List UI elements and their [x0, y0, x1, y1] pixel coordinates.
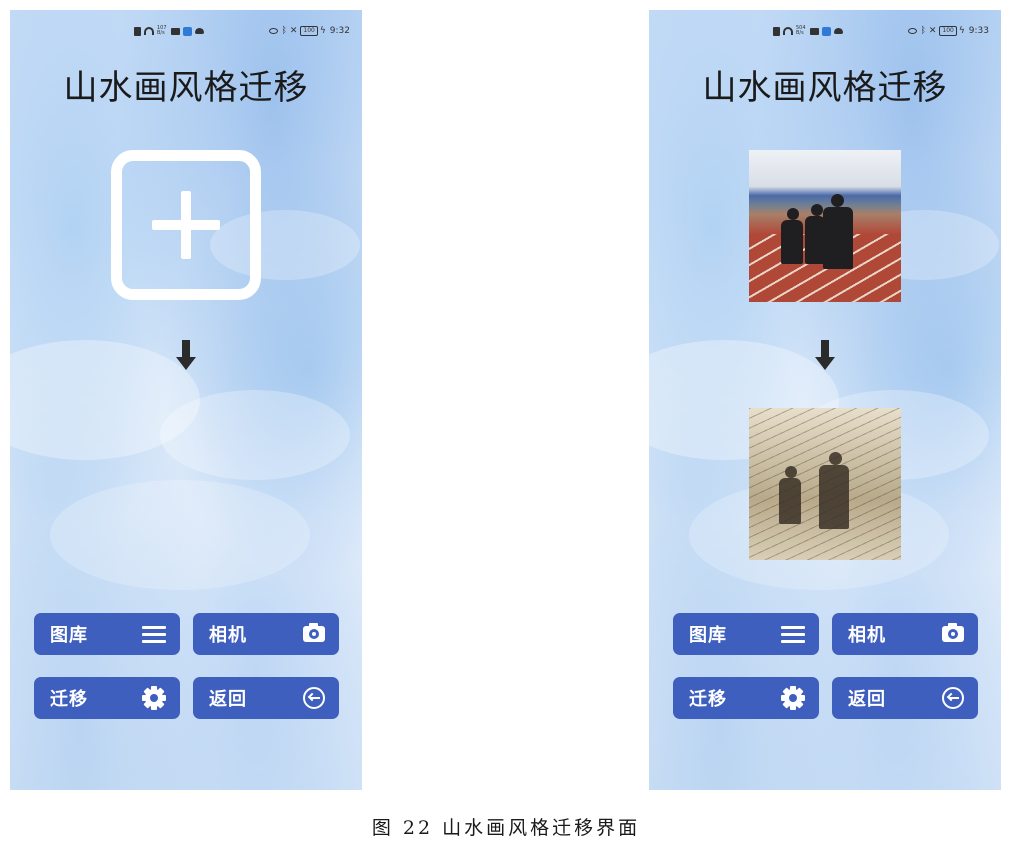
menu-icon: [781, 625, 805, 643]
gallery-button[interactable]: 图库: [34, 613, 180, 655]
camera-icon: [942, 623, 964, 642]
notification-icon: [183, 26, 192, 36]
cloud-icon: [195, 28, 204, 34]
back-label: 返回: [209, 689, 247, 710]
stylized-photo[interactable]: [749, 408, 901, 560]
camera-label: 相机: [848, 625, 886, 646]
clock: 9:32: [329, 26, 350, 36]
arrow-left-circle-icon: [942, 687, 964, 709]
cloud-icon: [834, 28, 843, 34]
camera-button[interactable]: 相机: [193, 613, 339, 655]
page-title: 山水画风格迁移: [63, 68, 309, 108]
camera-button[interactable]: 相机: [832, 613, 978, 655]
charging-icon: ϟ: [319, 26, 326, 36]
gallery-label: 图库: [50, 625, 88, 646]
cloud-decoration: [160, 390, 350, 480]
cloud-decoration: [50, 480, 310, 590]
status-bar: 107 B/s ᛒ ✕ 100 ϟ 9:32: [134, 24, 350, 38]
runner-figure: [823, 207, 853, 269]
gear-icon: [781, 686, 805, 710]
add-image-button[interactable]: [111, 150, 261, 300]
gallery-label: 图库: [689, 625, 727, 646]
source-photo[interactable]: [749, 150, 901, 302]
notification-icon: [822, 26, 831, 36]
transfer-button[interactable]: 迁移: [34, 677, 180, 719]
runner-figure: [819, 465, 849, 529]
bluetooth-icon: ᛒ: [281, 26, 287, 36]
eye-icon: [269, 28, 279, 34]
transfer-label: 迁移: [50, 689, 88, 710]
figure-caption: 图 22 山水画风格迁移界面: [371, 817, 641, 839]
transfer-button[interactable]: 迁移: [673, 677, 819, 719]
mute-icon: ✕: [289, 26, 298, 36]
camera-icon: [303, 623, 325, 642]
runner-figure: [779, 478, 801, 524]
back-label: 返回: [848, 689, 886, 710]
arrow-down-icon: [176, 340, 196, 370]
network-speed: 107 B/s: [157, 25, 167, 36]
video-icon: [810, 27, 819, 35]
screen-empty: 107 B/s ᛒ ✕ 100 ϟ 9:32 山水画风格迁移 图库 相机 迁移 …: [10, 10, 362, 790]
sim-icon: [134, 26, 141, 36]
eye-icon: [908, 28, 918, 34]
runner-figure: [805, 216, 825, 264]
screen-result: 504 B/s ᛒ ✕ 100 ϟ 9:33 山水画风格迁移 图库 相机 迁移 …: [649, 10, 1001, 790]
mute-icon: ✕: [928, 26, 937, 36]
back-button[interactable]: 返回: [193, 677, 339, 719]
transfer-label: 迁移: [689, 689, 727, 710]
bluetooth-icon: ᛒ: [920, 26, 926, 36]
back-button[interactable]: 返回: [832, 677, 978, 719]
charging-icon: ϟ: [958, 26, 965, 36]
wifi-icon: [783, 27, 793, 35]
video-icon: [171, 27, 180, 35]
status-bar: 504 B/s ᛒ ✕ 100 ϟ 9:33: [773, 24, 989, 38]
page-title: 山水画风格迁移: [702, 68, 948, 108]
network-speed: 504 B/s: [796, 25, 806, 36]
menu-icon: [142, 625, 166, 643]
wifi-icon: [144, 27, 154, 35]
battery-icon: 100: [939, 26, 957, 36]
clock: 9:33: [968, 26, 989, 36]
camera-label: 相机: [209, 625, 247, 646]
gear-icon: [142, 686, 166, 710]
sim-icon: [773, 26, 780, 36]
gallery-button[interactable]: 图库: [673, 613, 819, 655]
runner-figure: [781, 220, 803, 264]
battery-icon: 100: [300, 26, 318, 36]
arrow-down-icon: [815, 340, 835, 370]
arrow-left-circle-icon: [303, 687, 325, 709]
